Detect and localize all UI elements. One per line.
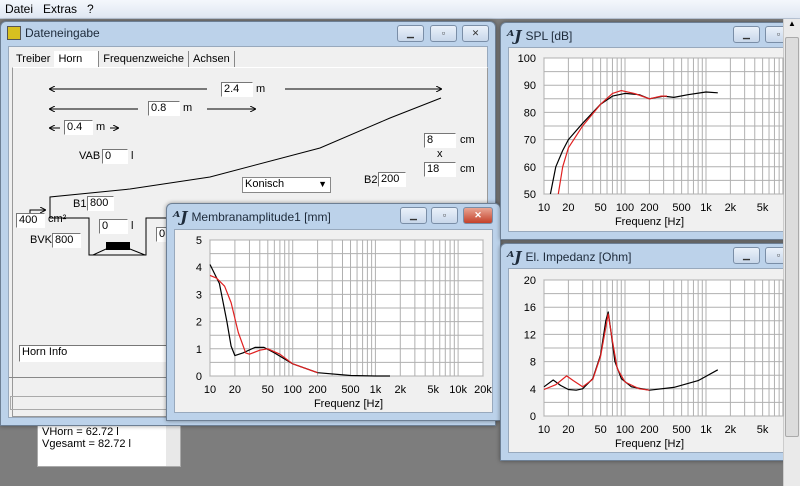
- impedance-window: ᴬJ El. Impedanz [Ohm] ▁ ▫: [500, 243, 800, 461]
- aj-logo-icon: ᴬJ: [173, 208, 188, 226]
- info-vhorn: VHorn = 62.72 l: [42, 426, 119, 438]
- profile-select[interactable]: Konisch ▼: [242, 177, 331, 193]
- b2-label: B2: [364, 174, 378, 186]
- speaker-icon: [106, 242, 130, 250]
- maximize-button[interactable]: ▫: [431, 207, 458, 224]
- window-title: SPL [dB]: [525, 29, 573, 43]
- throat-input[interactable]: 400: [16, 213, 45, 228]
- length-total-input[interactable]: 2.4: [221, 82, 253, 97]
- minimize-button[interactable]: ▁: [733, 26, 760, 43]
- times-label: x: [437, 148, 443, 160]
- unit-label: l: [131, 150, 134, 162]
- membran-window: ᴬJ Membranamplitude1 [mm] ▁ ▫ ✕: [166, 203, 501, 421]
- mouth-height-input[interactable]: 18: [424, 162, 456, 177]
- scrollbar-thumb[interactable]: [785, 37, 799, 437]
- chevron-down-icon: ▼: [318, 179, 327, 189]
- spl-window: ᴬJ SPL [dB] ▁ ▫: [500, 22, 800, 240]
- aj-logo-icon: ᴬJ: [507, 248, 522, 266]
- vertical-scrollbar[interactable]: ▲: [783, 19, 800, 486]
- window-title: Membranamplitude1 [mm]: [191, 210, 331, 224]
- unit-label: cm: [460, 163, 475, 175]
- bvk-label: BVK: [30, 234, 53, 246]
- horn-info-field[interactable]: Horn Info: [19, 345, 169, 362]
- unit-label: cm²: [48, 213, 67, 225]
- close-button[interactable]: ✕: [463, 207, 493, 224]
- unit-label: m: [96, 121, 106, 133]
- b1-label: B1: [73, 198, 87, 210]
- profile-value: Konisch: [245, 178, 285, 190]
- length-mid-input[interactable]: 0.8: [148, 101, 180, 116]
- chamber-input[interactable]: 0: [99, 219, 128, 234]
- scroll-up-icon[interactable]: ▲: [784, 19, 800, 28]
- vab-label: VAB: [79, 150, 101, 162]
- aj-logo-icon: ᴬJ: [507, 27, 522, 45]
- bvk-input[interactable]: 800: [52, 233, 81, 248]
- window-title: El. Impedanz [Ohm]: [525, 250, 632, 264]
- mouth-width-input[interactable]: 8: [424, 133, 456, 148]
- length-short-input[interactable]: 0.4: [64, 120, 93, 135]
- unit-label: m: [183, 102, 193, 114]
- b2-input[interactable]: 200: [378, 172, 406, 187]
- unit-label: cm: [460, 134, 475, 146]
- minimize-button[interactable]: ▁: [733, 247, 760, 264]
- vab-input[interactable]: 0: [102, 149, 128, 164]
- unit-label: l: [131, 220, 134, 232]
- b1-input[interactable]: 800: [87, 196, 114, 211]
- info-vgesamt: Vgesamt = 82.72 l: [42, 438, 131, 450]
- minimize-button[interactable]: ▁: [400, 207, 427, 224]
- unit-label: m: [256, 83, 266, 95]
